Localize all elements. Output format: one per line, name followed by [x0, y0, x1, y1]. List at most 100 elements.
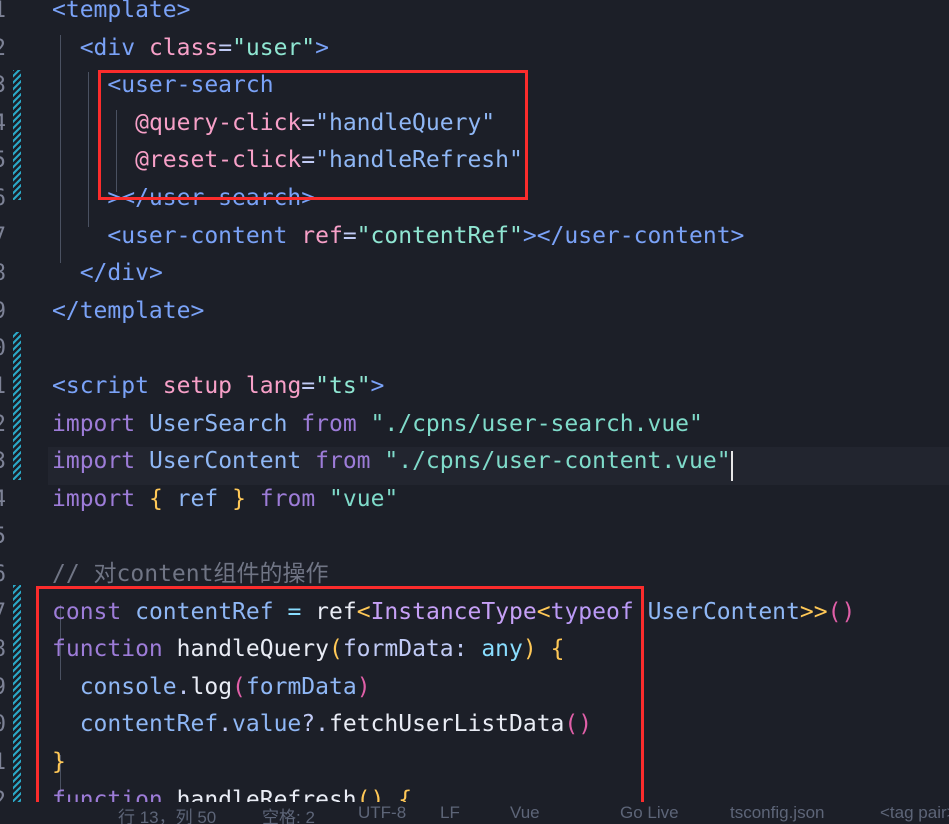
code-token: > [315, 34, 330, 61]
status-language-mode[interactable]: Vue [510, 803, 540, 823]
code-token: . [218, 711, 233, 738]
code-token: any [481, 636, 523, 663]
line-number: 8 [0, 255, 6, 293]
line-number: 3 [0, 67, 6, 105]
line-number: 9 [0, 293, 6, 331]
code-token: ) [522, 636, 537, 663]
code-editor[interactable]: <template> <div class="user"> <user-sear… [48, 0, 949, 824]
editor-gutter[interactable]: 123456789101112131415161718192021222324 [0, 0, 48, 824]
line-number: 21 [0, 744, 6, 782]
code-token: = [301, 147, 316, 174]
code-line[interactable]: @reset-click="handleRefresh" [52, 142, 523, 180]
code-token: formData [342, 636, 454, 663]
code-line[interactable]: <user-content ref="contentRef"></user-co… [52, 218, 744, 256]
code-token: ></user-content> [522, 222, 745, 249]
status-go-live[interactable]: Go Live [620, 803, 679, 823]
code-line[interactable]: } [52, 744, 66, 782]
git-modified-stripe [13, 332, 21, 480]
code-line[interactable]: function handleQuery(formData: any) { [52, 631, 564, 669]
code-line[interactable]: </template> [52, 293, 204, 331]
code-line[interactable]: console.log(formData) [52, 669, 371, 707]
code-token: "handleRefresh" [315, 147, 523, 174]
code-token: log [190, 673, 233, 700]
code-token: ref [315, 598, 357, 625]
code-line[interactable]: ></user-search> [52, 180, 315, 218]
code-token: ref [301, 222, 343, 249]
code-token: formData [245, 673, 357, 700]
code-token: @query-click [135, 109, 302, 136]
code-line[interactable]: <user-search [52, 67, 273, 105]
code-line[interactable]: import UserSearch from "./cpns/user-sear… [52, 406, 703, 444]
status-tsconfig[interactable]: tsconfig.json [730, 803, 825, 823]
code-token: = [301, 373, 316, 399]
line-number: 14 [0, 481, 6, 519]
code-line[interactable]: // 对content组件的操作 [52, 556, 328, 594]
code-token: value [232, 711, 302, 738]
code-token: </template> [52, 297, 205, 324]
code-line[interactable]: </div> [52, 255, 163, 293]
status-tag-pair[interactable]: <tag pair> [880, 803, 949, 823]
code-token: // 对content组件的操作 [52, 561, 329, 587]
code-token: UserSearch [148, 410, 288, 437]
code-token: <template> [52, 0, 191, 23]
code-line[interactable]: contentRef.value?.fetchUserListData() [52, 706, 592, 744]
git-modified-stripe [13, 70, 21, 200]
status-encoding[interactable]: UTF-8 [358, 803, 406, 823]
code-token: handleQuery [176, 636, 329, 663]
line-number: 20 [0, 706, 6, 744]
code-line[interactable]: @query-click="handleQuery" [52, 105, 495, 143]
git-modified-stripe [13, 585, 21, 821]
code-line[interactable]: import UserContent from "./cpns/user-con… [52, 443, 731, 481]
code-line[interactable]: <div class="user"> [52, 30, 329, 68]
code-token: class [148, 34, 219, 61]
code-token: "user" [232, 34, 316, 61]
code-token: InstanceType [370, 598, 537, 625]
code-token: <div [79, 34, 136, 61]
code-token: "ts" [315, 373, 371, 399]
status-indent-spaces[interactable]: 空格: 2 [262, 803, 315, 824]
status-line-ending[interactable]: LF [440, 803, 460, 823]
status-bar[interactable]: 行 13，列 50 空格: 2 UTF-8 LF Vue Go Live tsconfig.… [0, 802, 949, 824]
line-number: 13 [0, 443, 6, 481]
code-token: ) [356, 673, 371, 700]
code-token: >> [799, 598, 828, 625]
code-line[interactable]: const contentRef = ref<InstanceType<type… [52, 594, 855, 632]
line-number: 18 [0, 631, 6, 669]
code-token: "contentRef" [356, 222, 523, 249]
code-line[interactable]: <script setup lang="ts"> [52, 368, 384, 406]
line-number: 1 [0, 0, 6, 30]
code-line[interactable]: import { ref } from "vue" [52, 481, 398, 519]
code-token: < [356, 598, 371, 625]
code-token: fetchUserListData [329, 711, 565, 738]
line-number: 15 [0, 518, 6, 556]
line-number: 7 [0, 218, 6, 256]
code-token: "handleQuery" [315, 109, 496, 136]
code-token: { [148, 485, 163, 512]
status-cursor-position[interactable]: 行 13，列 50 [118, 803, 216, 824]
code-line[interactable]: <template> [52, 0, 190, 30]
code-token: contentRef [79, 711, 219, 738]
code-token: = [218, 34, 233, 61]
code-token: import [52, 448, 136, 475]
line-number: 2 [0, 30, 6, 68]
